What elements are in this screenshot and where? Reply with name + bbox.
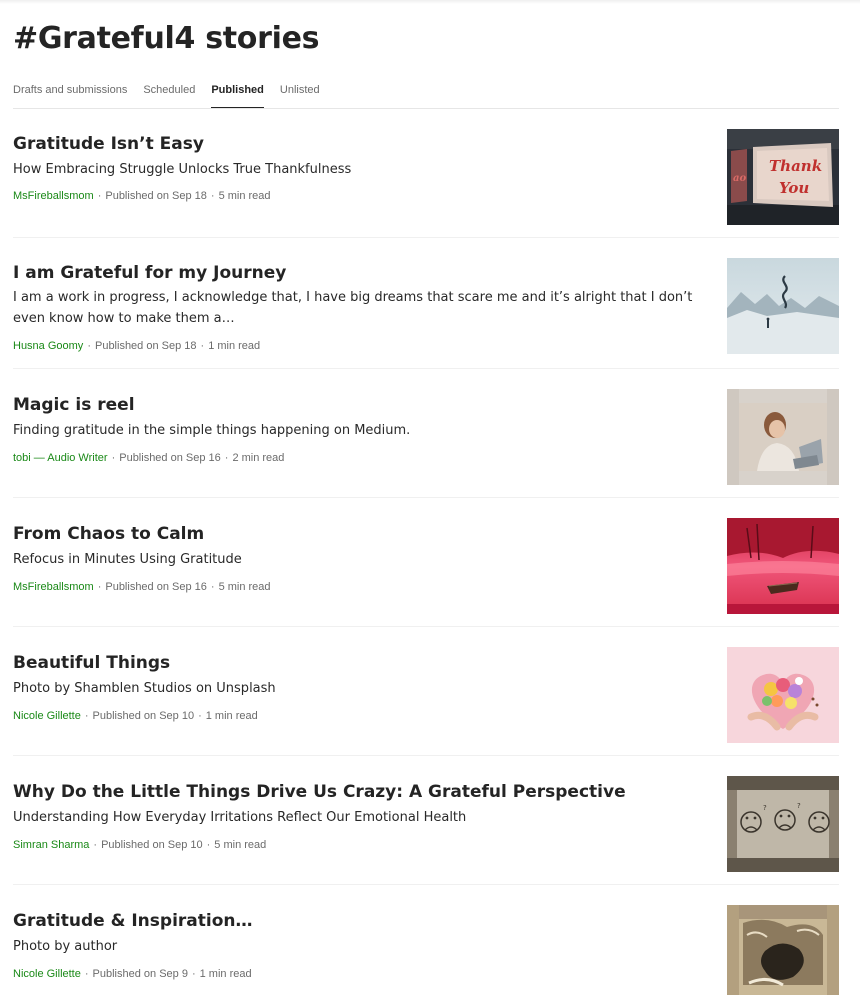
- flower-heart-hands-image[interactable]: [727, 647, 839, 743]
- tab-published[interactable]: Published: [211, 80, 264, 108]
- meta-separator: ·: [84, 968, 89, 980]
- story-item: Why Do the Little Things Drive Us Crazy:…: [13, 756, 839, 885]
- meta-separator: ·: [87, 340, 91, 352]
- story-read-time: 1 min read: [208, 340, 261, 352]
- story-title[interactable]: Gratitude & Inspiration…: [13, 910, 703, 932]
- story-read-time: 2 min read: [232, 452, 285, 464]
- story-item: Gratitude & Inspiration… Photo by author…: [13, 885, 839, 995]
- meta-separator: ·: [191, 968, 196, 980]
- page-title: #Grateful4 stories: [13, 21, 320, 56]
- svg-text:You: You: [779, 179, 809, 197]
- meta-separator: ·: [84, 710, 89, 722]
- story-read-time: 5 min read: [218, 190, 271, 202]
- story-meta: Husna Goomy · Published on Sep 18 · 1 min re…: [13, 339, 260, 353]
- meta-separator: ·: [224, 452, 229, 464]
- story-title[interactable]: Beautiful Things: [13, 652, 703, 674]
- story-published-date: Published on Sep 9: [92, 968, 188, 980]
- story-published-date: Published on Sep 18: [105, 190, 207, 202]
- dark-texture-image[interactable]: [727, 905, 839, 995]
- story-author[interactable]: MsFireballsmom: [13, 581, 94, 593]
- story-meta: MsFireballsmom · Published on Sep 18 · 5 min…: [13, 189, 271, 203]
- tab-unlisted[interactable]: Unlisted: [280, 80, 320, 108]
- story-published-date: Published on Sep 10: [101, 839, 203, 851]
- story-author[interactable]: MsFireballsmom: [13, 190, 94, 202]
- story-tabs: Drafts and submissions Scheduled Publish…: [13, 80, 839, 109]
- story-subtitle: Photo by Shamblen Studios on Unsplash: [13, 681, 276, 696]
- story-subtitle: Refocus in Minutes Using Gratitude: [13, 552, 242, 567]
- meta-separator: ·: [97, 190, 102, 202]
- misty-mountain-figure-image[interactable]: [727, 258, 839, 354]
- story-read-time: 5 min read: [218, 581, 271, 593]
- story-read-time: 1 min read: [205, 710, 258, 722]
- story-item: From Chaos to Calm Refocus in Minutes Us…: [13, 498, 839, 627]
- story-published-date: Published on Sep 10: [92, 710, 195, 722]
- svg-text:?: ?: [763, 804, 767, 812]
- meta-separator: ·: [200, 340, 205, 352]
- woman-at-laptop-image[interactable]: [727, 389, 839, 485]
- story-author[interactable]: tobi — Audio Writer: [13, 452, 108, 464]
- story-published-date: Published on Sep 16: [105, 581, 207, 593]
- meta-separator: ·: [206, 839, 211, 851]
- story-subtitle: Finding gratitude in the simple things h…: [13, 423, 411, 438]
- story-title[interactable]: Why Do the Little Things Drive Us Crazy:…: [13, 781, 703, 803]
- story-subtitle: Understanding How Everyday Irritations R…: [13, 810, 467, 825]
- story-item: I am Grateful for my Journey I am a work…: [13, 238, 839, 369]
- story-read-time: 5 min read: [214, 839, 267, 851]
- story-read-time: 1 min read: [199, 968, 252, 980]
- story-meta: Nicole Gillette · Published on Sep 9 · 1 min…: [13, 967, 252, 981]
- meta-separator: ·: [97, 581, 102, 593]
- story-meta: MsFireballsmom · Published on Sep 16 · 5 min…: [13, 580, 271, 594]
- thank-you-sign-image[interactable]: Thank You ao: [727, 129, 839, 225]
- story-author[interactable]: Husna Goomy: [13, 340, 83, 352]
- story-subtitle: How Embracing Struggle Unlocks True Than…: [13, 162, 352, 177]
- meta-separator: ·: [210, 190, 215, 202]
- story-author[interactable]: Nicole Gillette: [13, 968, 81, 980]
- story-published-date: Published on Sep 18: [94, 340, 197, 352]
- meta-separator: ·: [111, 452, 116, 464]
- story-title[interactable]: Gratitude Isn’t Easy: [13, 133, 703, 155]
- story-subtitle: Photo by author: [13, 939, 118, 954]
- meta-separator: ·: [93, 839, 98, 851]
- svg-text:Thank: Thank: [769, 157, 822, 175]
- story-author[interactable]: Simran Sharma: [13, 839, 89, 851]
- story-meta: Simran Sharma · Published on Sep 10 · 5 min …: [13, 838, 266, 852]
- story-title[interactable]: Magic is reel: [13, 394, 703, 416]
- red-lake-boat-image[interactable]: [727, 518, 839, 614]
- tab-drafts-and-submissions[interactable]: Drafts and submissions: [13, 80, 127, 108]
- svg-text:ao: ao: [733, 173, 746, 184]
- story-list: Gratitude Isn’t Easy How Embracing Strug…: [13, 109, 839, 995]
- story-item: Magic is reel Finding gratitude in the s…: [13, 369, 839, 498]
- frowning-faces-image[interactable]: ? ?: [727, 776, 839, 872]
- meta-separator: ·: [210, 581, 215, 593]
- tab-scheduled[interactable]: Scheduled: [143, 80, 195, 108]
- top-bar-shadow: [0, 0, 860, 4]
- story-subtitle: I am a work in progress, I acknowledge t…: [13, 290, 693, 326]
- story-author[interactable]: Nicole Gillette: [13, 710, 81, 722]
- story-meta: Nicole Gillette · Published on Sep 10 · 1 mi…: [13, 709, 258, 723]
- story-item: Gratitude Isn’t Easy How Embracing Strug…: [13, 109, 839, 238]
- svg-text:?: ?: [797, 802, 801, 810]
- story-title[interactable]: I am Grateful for my Journey: [13, 262, 703, 284]
- meta-separator: ·: [198, 710, 202, 722]
- story-title[interactable]: From Chaos to Calm: [13, 523, 703, 545]
- story-published-date: Published on Sep 16: [119, 452, 221, 464]
- story-meta: tobi — Audio Writer · Published on Sep 16 ·…: [13, 451, 284, 465]
- story-item: Beautiful Things Photo by Shamblen Studi…: [13, 627, 839, 756]
